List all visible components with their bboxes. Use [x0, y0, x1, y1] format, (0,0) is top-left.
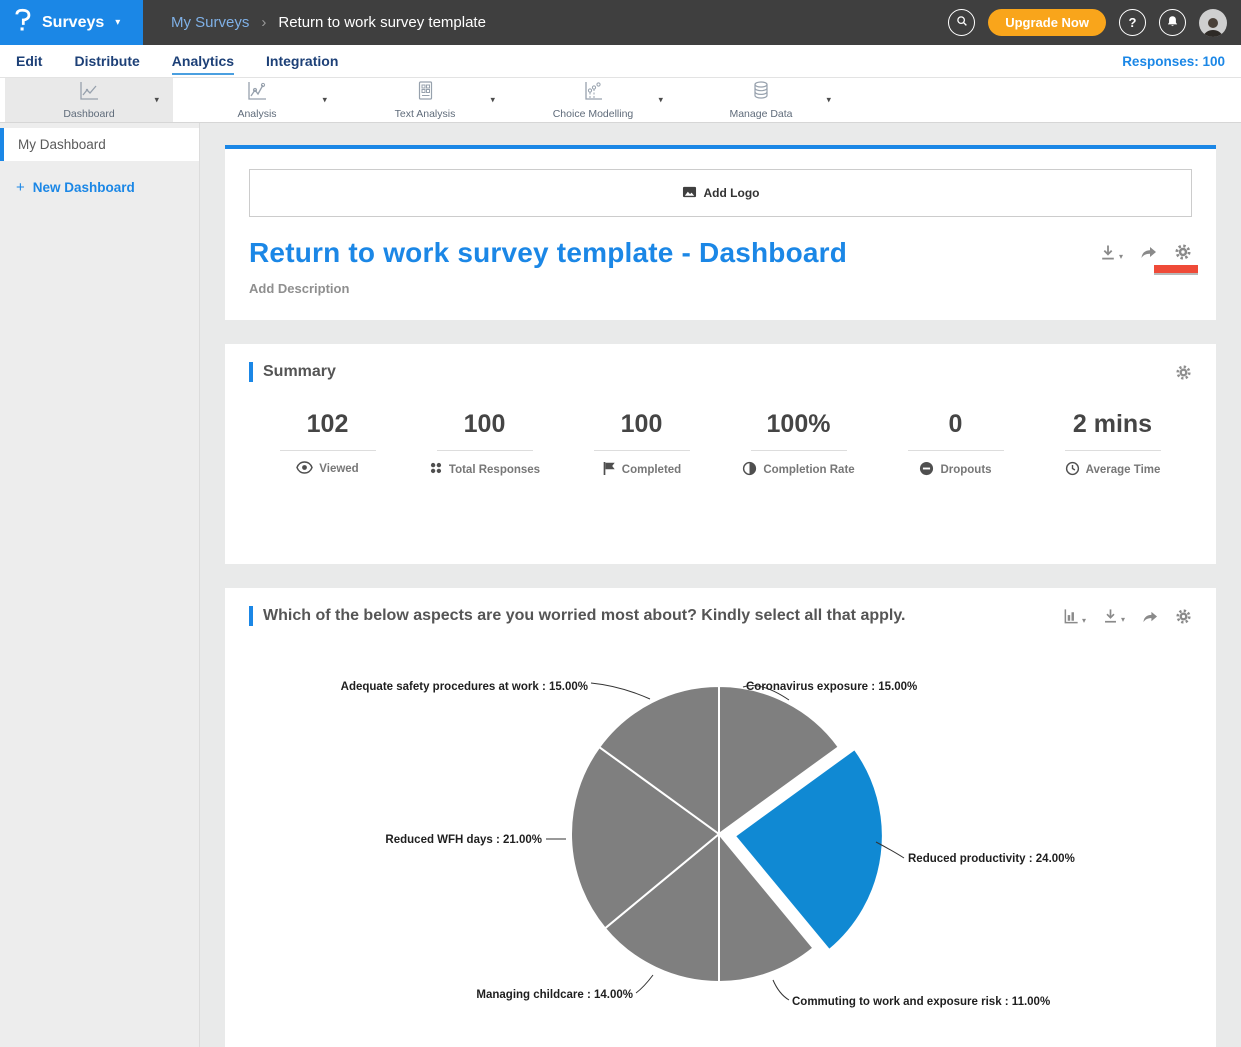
pie-slice-label: Reduced WFH days : 21.00% [385, 834, 542, 846]
scatter-chart-icon [581, 80, 605, 107]
summary-card: Summary 102 [225, 344, 1216, 564]
red-highlight-marker [1154, 265, 1198, 273]
summary-settings-gear-button[interactable] [1175, 364, 1192, 381]
bell-icon [1166, 15, 1179, 31]
search-button[interactable] [948, 9, 975, 36]
product-name: Surveys [42, 14, 104, 32]
breadcrumb-my-surveys[interactable]: My Surveys [171, 14, 249, 31]
pie-label-leader-line [591, 683, 650, 699]
chevron-down-icon: ▾ [115, 17, 120, 28]
question-text: Which of the below aspects are you worri… [263, 607, 905, 625]
responses-count[interactable]: Responses: 100 [1122, 54, 1225, 69]
dashboard-title[interactable]: Return to work survey template - Dashboa… [249, 237, 847, 269]
accent-bar [249, 362, 253, 382]
pie-slice-label: Managing childcare : 14.00% [476, 989, 633, 1001]
tab-edit[interactable]: Edit [16, 47, 42, 75]
dots-grid-icon [429, 461, 443, 478]
pie-chart-svg[interactable]: Coronavirus exposure : 15.00% Reduced pro… [249, 648, 1192, 1040]
dashboard-sidebar: My Dashboard + New Dashboard [0, 123, 200, 1047]
eye-icon [296, 461, 313, 477]
chevron-down-icon[interactable]: ▾ [1082, 616, 1086, 625]
toolbar-choice-modelling[interactable]: Choice Modelling ▾ [509, 78, 677, 122]
new-dashboard-label: New Dashboard [33, 180, 135, 195]
pie-slice-label: Commuting to work and exposure risk : 11… [792, 996, 1050, 1008]
question-mark-icon: ? [1129, 15, 1137, 30]
pie-slice-label: Coronavirus exposure : 15.00% [746, 681, 917, 693]
topbar-actions: Upgrade Now ? [948, 9, 1241, 37]
user-avatar[interactable] [1199, 9, 1227, 37]
share-chart-button[interactable] [1141, 609, 1159, 624]
share-button[interactable] [1139, 244, 1158, 260]
toolbar-dashboard[interactable]: Dashboard ▾ [5, 78, 173, 122]
add-logo-button[interactable]: Add Logo [249, 169, 1192, 217]
plus-icon: + [16, 179, 25, 196]
stat-viewed: 102 Viewed [249, 410, 406, 479]
toolbar-item-label: Manage Data [729, 108, 792, 120]
summary-heading: Summary [263, 363, 336, 381]
pie-label-leader-line [636, 975, 653, 993]
dashboard-main: Add Logo Return to work survey template … [200, 123, 1241, 1047]
database-icon [750, 80, 772, 107]
toolbar-item-label: Text Analysis [395, 108, 456, 120]
download-chart-button[interactable]: ▾ [1102, 608, 1125, 624]
minus-circle-icon [919, 461, 934, 479]
chevron-down-icon[interactable]: ▾ [658, 95, 663, 106]
chart-settings-gear-button[interactable] [1175, 608, 1192, 625]
summary-stats: 102 Viewed 100 [249, 410, 1192, 479]
new-dashboard-button[interactable]: + New Dashboard [0, 161, 199, 214]
add-description-button[interactable]: Add Description [249, 281, 1192, 296]
settings-gear-button[interactable] [1174, 243, 1192, 261]
pie-label-leader-line [773, 980, 789, 1000]
sidebar-item-my-dashboard[interactable]: My Dashboard [0, 128, 199, 161]
pie-slice-label: Adequate safety procedures at work : 15.… [341, 681, 588, 693]
image-icon [682, 185, 697, 202]
tab-analytics[interactable]: Analytics [172, 47, 234, 75]
search-icon [955, 14, 969, 31]
chart-type-button[interactable]: ▾ [1063, 608, 1086, 625]
product-switcher[interactable]: Surveys ▾ [0, 0, 143, 45]
stat-total-responses: 100 Total Responses [406, 410, 563, 479]
flag-icon [602, 461, 616, 479]
upgrade-now-button[interactable]: Upgrade Now [988, 9, 1106, 36]
clock-icon [1065, 461, 1080, 479]
question-card: Which of the below aspects are you worri… [225, 588, 1216, 1047]
help-button[interactable]: ? [1119, 9, 1146, 36]
breadcrumb: My Surveys › Return to work survey templ… [171, 14, 948, 31]
breadcrumb-separator: › [261, 14, 266, 31]
notifications-button[interactable] [1159, 9, 1186, 36]
chevron-down-icon[interactable]: ▾ [154, 95, 159, 106]
analysis-chart-icon [245, 80, 269, 107]
chevron-down-icon[interactable]: ▾ [1121, 615, 1125, 624]
survey-nav: Edit Distribute Analytics Integration Re… [0, 45, 1241, 78]
document-grid-icon [414, 80, 436, 107]
half-circle-icon [742, 461, 757, 479]
pie-chart[interactable]: Coronavirus exposure : 15.00% Reduced pro… [249, 648, 1192, 1045]
questionpro-logo-icon [12, 7, 33, 38]
line-chart-icon [77, 80, 101, 107]
toolbar-item-label: Choice Modelling [553, 108, 634, 120]
chevron-down-icon[interactable]: ▾ [826, 95, 831, 106]
analytics-toolbar: Dashboard ▾ Analysis ▾ [0, 78, 1241, 123]
toolbar-text-analysis[interactable]: Text Analysis ▾ [341, 78, 509, 122]
tab-integration[interactable]: Integration [266, 47, 338, 75]
toolbar-manage-data[interactable]: Manage Data ▾ [677, 78, 845, 122]
tab-distribute[interactable]: Distribute [74, 47, 139, 75]
toolbar-item-label: Dashboard [63, 108, 114, 120]
toolbar-item-label: Analysis [237, 108, 276, 120]
add-logo-label: Add Logo [704, 186, 760, 200]
chevron-down-icon[interactable]: ▾ [1119, 252, 1123, 261]
pie-slice-label: Reduced productivity : 24.00% [908, 853, 1075, 865]
stat-average-time: 2 mins Average Time [1034, 410, 1191, 479]
stat-dropouts: 0 Dropouts [877, 410, 1034, 479]
chevron-down-icon[interactable]: ▾ [490, 95, 495, 106]
stat-completion-rate: 100% Completion Rate [720, 410, 877, 479]
accent-bar [249, 606, 253, 626]
dashboard-header-card: Add Logo Return to work survey template … [225, 145, 1216, 320]
chevron-down-icon[interactable]: ▾ [322, 95, 327, 106]
top-bar: Surveys ▾ My Surveys › Return to work su… [0, 0, 1241, 45]
stat-completed: 100 Completed [563, 410, 720, 479]
breadcrumb-current: Return to work survey template [278, 14, 486, 31]
download-button[interactable]: ▾ [1099, 244, 1123, 261]
toolbar-analysis[interactable]: Analysis ▾ [173, 78, 341, 122]
